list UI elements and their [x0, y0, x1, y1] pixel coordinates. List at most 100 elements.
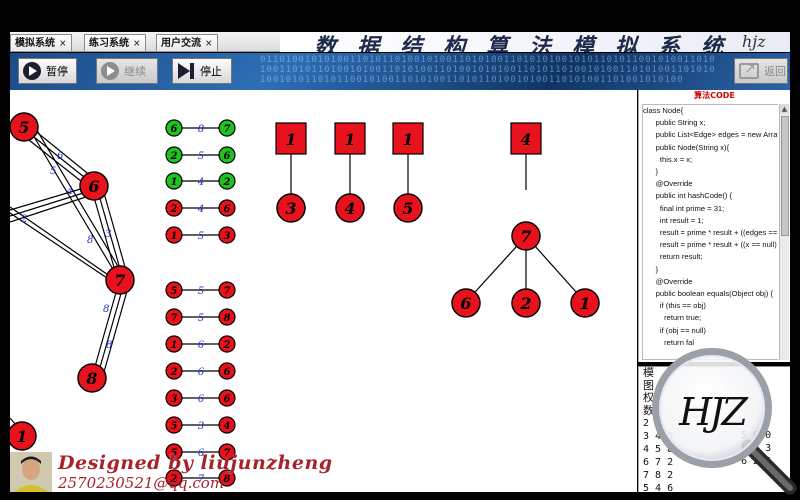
close-icon[interactable]: ×: [59, 39, 67, 49]
data-row: 7 8 2: [643, 470, 674, 481]
code-line: public Node(String x){: [643, 142, 730, 152]
edge-weight-label: 8: [198, 124, 204, 135]
edge-endpoint-label: 1: [171, 231, 178, 242]
back-button-label: 返回: [764, 65, 786, 78]
graph-node[interactable]: 6: [79, 171, 109, 201]
edge-list-row[interactable]: 5 4 3: [165, 416, 236, 434]
scroll-up-icon[interactable]: ▲: [780, 104, 789, 114]
data-row: 2 6 3: [741, 443, 772, 454]
set-root-label: 1: [344, 130, 355, 149]
banner-char: 构: [443, 34, 466, 52]
data-label: 权: [643, 391, 654, 404]
edge-list-row[interactable]: 1 3 5: [165, 226, 236, 244]
graph-nodes: 5 6 7 8 1: [10, 112, 135, 451]
graph-canvas[interactable]: 6 5 2 4 8 3 8 8 5 6 7 8 1 67826512426413…: [10, 90, 637, 492]
banner-char: 统: [701, 34, 724, 52]
graph-node[interactable]: 1: [10, 421, 37, 451]
edge-endpoint-label: 8: [224, 474, 231, 485]
banner-char: 算: [486, 34, 509, 52]
code-line: final int prime = 31;: [643, 203, 725, 213]
edge-endpoint-label: 2: [223, 177, 231, 188]
toolbar-backdrop-digits: 0110100101010011010110100101001101010011…: [260, 55, 716, 85]
designer-email: 2570230521@qq.com: [58, 474, 225, 492]
data-right-rows: 5 0 0 2 6 3 6 2 6: [737, 429, 771, 468]
edge-endpoint-label: 7: [171, 313, 178, 324]
code-panel-title: 算法CODE: [694, 91, 735, 100]
graph-data-panel[interactable]: 模图权数 2 13 4 64 5 86 7 27 8 25 4 6 5 0 02…: [638, 366, 790, 492]
banner-char: 法: [529, 34, 552, 52]
title-banner: 数 据 结 构 算 法 模 拟 系 统 hjz: [280, 32, 790, 52]
banner-char: 结: [400, 34, 423, 52]
scroll-thumb[interactable]: [781, 116, 789, 236]
tab-simulation[interactable]: 模拟系统 ×: [10, 34, 72, 51]
banner-char: 系: [658, 34, 681, 52]
edge-weight-label: 5: [198, 151, 204, 162]
code-line: result = prime * result + ((edges == nul…: [659, 228, 778, 238]
share-icon: [739, 61, 759, 79]
edge-list-row[interactable]: 6 7 8: [165, 119, 236, 137]
edge-list-row[interactable]: 2 6 4: [165, 199, 236, 217]
code-line: }: [643, 167, 659, 177]
graph-svg: 6 5 2 4 8 3 8 8 5 6 7 8 1 6 782 651 242 641 3…: [10, 112, 600, 487]
designer-credit: Designed by liujunzheng: [58, 452, 333, 474]
code-line: return true;: [643, 313, 702, 323]
edge-endpoint-label: 2: [170, 151, 178, 162]
code-line: public List<Edge> edges = new ArrayList<: [655, 130, 778, 140]
code-scrollbar[interactable]: ▲: [779, 104, 789, 360]
edge-weight-label: 6: [198, 340, 205, 351]
tab-practice[interactable]: 练习系统 ×: [84, 34, 146, 51]
tab-user-exchange[interactable]: 用户交流 ×: [156, 34, 218, 51]
tree-child-label: 1: [579, 294, 590, 313]
tab-label: 练习系统: [89, 38, 129, 49]
stop-button-label: 停止: [200, 65, 222, 78]
set-child-label: 3: [285, 199, 296, 218]
edge-endpoint-label: 8: [224, 313, 231, 324]
edge-endpoint-label: 6: [224, 204, 231, 215]
play-icon: [23, 62, 41, 80]
code-line: @Override: [643, 179, 693, 189]
stop-button[interactable]: 停止: [172, 58, 232, 84]
edge-endpoint-label: 2: [223, 340, 231, 351]
edge-list-row[interactable]: 3 6 6: [165, 389, 236, 407]
banner-char: 数: [314, 34, 337, 52]
tab-label: 模拟系统: [15, 38, 55, 49]
node-label: 7: [114, 271, 125, 290]
graph-node[interactable]: 8: [77, 363, 107, 393]
continue-button[interactable]: 继续: [96, 58, 158, 84]
edge-endpoint-label: 2: [170, 204, 178, 215]
set-root-label: 1: [402, 130, 413, 149]
set-group: 4: [510, 122, 542, 190]
banner-signature: hjz: [742, 32, 766, 51]
edge-weight-label: 6: [198, 367, 205, 378]
continue-button-label: 继续: [124, 65, 146, 78]
edge-list-row[interactable]: 1 2 4: [165, 172, 236, 190]
edge-endpoint-label: 2: [170, 367, 178, 378]
code-line: return result;: [643, 252, 703, 262]
graph-node[interactable]: 5: [10, 112, 39, 142]
data-labels: 模图权数: [639, 367, 790, 417]
edge-weight-label: 6: [198, 394, 205, 405]
edge-endpoint-label: 7: [224, 286, 231, 297]
set-group: 1 5: [392, 122, 424, 223]
edge-endpoint-label: 1: [171, 177, 178, 188]
play-icon: [101, 62, 119, 80]
back-button[interactable]: 返回: [734, 58, 788, 84]
pause-button-label: 暂停: [46, 65, 68, 78]
close-icon[interactable]: ×: [205, 39, 213, 49]
code-line: if (this == obj): [643, 301, 706, 311]
edge-list-row[interactable]: 2 6 5: [165, 146, 236, 164]
code-line: public String x;: [643, 118, 706, 128]
code-line: int result = 1;: [643, 215, 704, 225]
edge-list-row[interactable]: 2 6 6: [165, 362, 236, 380]
code-text-area[interactable]: class Node{ public String x; public List…: [642, 104, 778, 360]
edge-list-row[interactable]: 1 2 6: [165, 335, 236, 353]
toolbar: 0110100101010011010110100101001101010011…: [10, 53, 790, 90]
pause-button[interactable]: 暂停: [18, 58, 77, 84]
graph-node[interactable]: 7: [105, 265, 135, 295]
edge-endpoint-label: 6: [171, 124, 178, 135]
banner-char: 拟: [615, 34, 638, 52]
edge-list-row[interactable]: 5 7 5: [165, 281, 236, 299]
edge-endpoint-label: 4: [224, 421, 231, 432]
close-icon[interactable]: ×: [133, 39, 141, 49]
edge-list-row[interactable]: 7 8 5: [165, 308, 236, 326]
